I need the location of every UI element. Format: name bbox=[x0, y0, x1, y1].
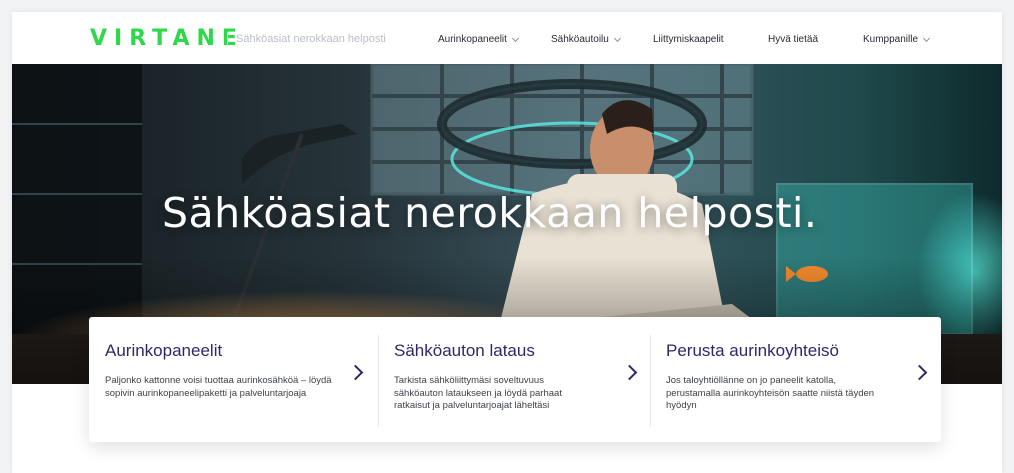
nav-item-liittymiskaapelit[interactable]: Liittymiskaapelit bbox=[653, 34, 724, 45]
card-text: Jos taloyhtiöllänne on jo paneelit katol… bbox=[666, 375, 875, 411]
card-title: Perusta aurinkoyhteisö bbox=[666, 341, 839, 360]
chevron-right-icon[interactable] bbox=[347, 364, 364, 381]
feature-cards: Aurinkopaneelit Paljonko kattonne voisi … bbox=[89, 317, 941, 442]
card-title: Sähköauton lataus bbox=[394, 341, 535, 360]
chevron-down-icon bbox=[923, 34, 931, 43]
card-text: Paljonko kattonne voisi tuottaa aurinkos… bbox=[105, 375, 332, 399]
nav-item-kumppanille[interactable]: Kumppanille bbox=[863, 34, 931, 45]
main-nav: Aurinkopaneelit Sähköautoilu Liittymiska… bbox=[12, 34, 1002, 54]
nav-item-label: Kumppanille bbox=[863, 34, 919, 45]
chevron-right-icon[interactable] bbox=[911, 364, 928, 381]
nav-item-label: Aurinkopaneelit bbox=[438, 34, 507, 45]
card-title: Aurinkopaneelit bbox=[105, 341, 223, 360]
nav-item-sahkoautoilu[interactable]: Sähköautoilu bbox=[551, 34, 621, 45]
hero-title: Sähköasiat nerokkaan helposti. bbox=[162, 189, 818, 237]
nav-item-label: Sähköautoilu bbox=[551, 34, 609, 45]
nav-item-label: Hyvä tietää bbox=[768, 34, 819, 45]
chevron-down-icon bbox=[511, 34, 519, 43]
card-text: Tarkista sähköliittymäsi soveltuvuus säh… bbox=[394, 375, 562, 411]
chevron-down-icon bbox=[613, 34, 621, 43]
chevron-right-icon[interactable] bbox=[621, 364, 638, 381]
page: VIRTANE Sähköasiat nerokkaan helposti Au… bbox=[12, 12, 1002, 473]
nav-item-aurinkopaneelit[interactable]: Aurinkopaneelit bbox=[438, 34, 519, 45]
nav-item-hyva-tietaa[interactable]: Hyvä tietää bbox=[768, 34, 818, 45]
nav-item-label: Liittymiskaapelit bbox=[653, 34, 724, 45]
card-perusta-aurinkoyhteiso[interactable]: Perusta aurinkoyhteisö Jos taloyhtiöllän… bbox=[650, 317, 941, 442]
card-aurinkopaneelit[interactable]: Aurinkopaneelit Paljonko kattonne voisi … bbox=[89, 317, 373, 442]
site-header: VIRTANE Sähköasiat nerokkaan helposti Au… bbox=[12, 12, 1002, 64]
card-sahkoauton-lataus[interactable]: Sähköauton lataus Tarkista sähköliittymä… bbox=[378, 317, 650, 442]
